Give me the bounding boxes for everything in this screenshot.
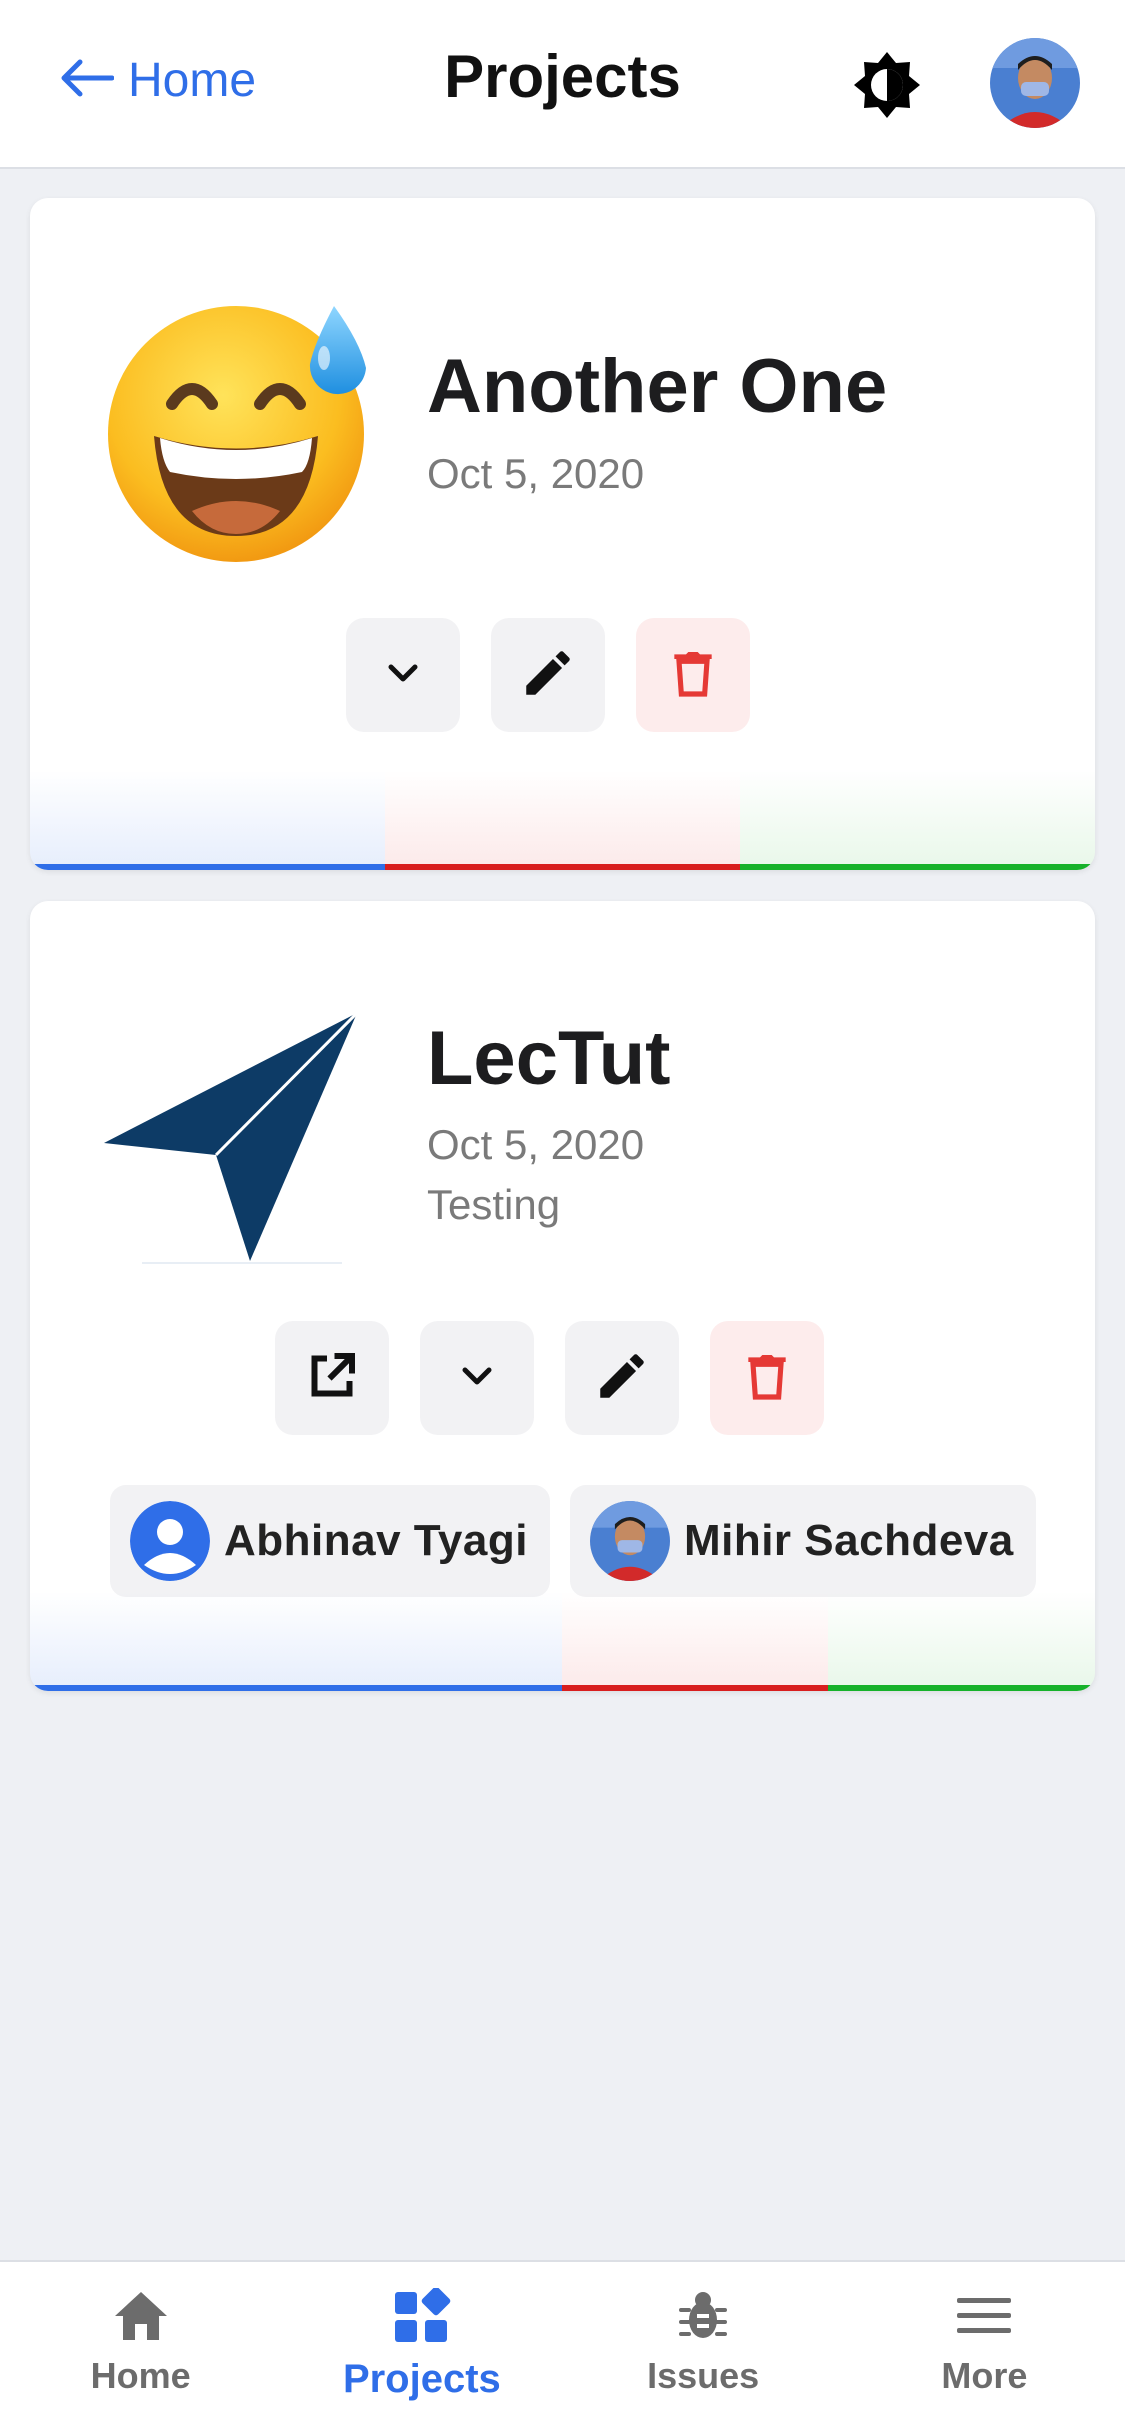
trash-icon [665, 645, 721, 706]
project-description: Testing [427, 1181, 561, 1228]
bug-icon [675, 2288, 731, 2349]
page-title: Projects [444, 43, 681, 110]
top-app-bar: Home Projects [0, 0, 1125, 169]
pencil-icon [519, 644, 577, 707]
expand-button[interactable] [346, 618, 460, 732]
project-card[interactable]: LecTut Oct 5, 2020 Testing Abhinav Tyagi… [30, 901, 1095, 1691]
default-user-icon [130, 1501, 210, 1581]
member-name: Abhinav Tyagi [224, 1516, 528, 1565]
member-chip[interactable]: Mihir Sachdeva [569, 1485, 1036, 1597]
paper-plane-logo-icon [102, 1007, 382, 1287]
nav-issues[interactable]: Issues [563, 2262, 844, 2436]
theme-toggle-icon[interactable] [852, 50, 922, 120]
color-stripe [30, 770, 1095, 870]
nav-label: Projects [342, 2357, 501, 2401]
color-stripe [30, 1591, 1095, 1691]
user-avatar[interactable] [990, 38, 1080, 128]
projects-screen: Home Projects Another One Oct 5, 2020 Le… [0, 0, 1125, 2436]
grinning-sweat-emoji-icon [102, 286, 382, 566]
project-card[interactable]: Another One Oct 5, 2020 [30, 198, 1095, 870]
open-link-button[interactable] [275, 1321, 389, 1435]
nav-home[interactable]: Home [0, 2262, 281, 2436]
nav-label: Home [90, 2355, 191, 2396]
member-chip[interactable]: Abhinav Tyagi [110, 1485, 550, 1597]
delete-button[interactable] [710, 1321, 824, 1435]
home-icon [111, 2288, 171, 2349]
delete-button[interactable] [636, 618, 750, 732]
project-date: Oct 5, 2020 [427, 450, 645, 497]
edit-button[interactable] [491, 618, 605, 732]
project-title: Another One [427, 344, 888, 429]
project-members: Abhinav Tyagi Mihir Sachdeva [110, 1485, 1036, 1597]
nav-label: More [941, 2355, 1028, 2396]
projects-icon [391, 2286, 453, 2351]
bottom-navigation: Home Projects Issues More [0, 2260, 1125, 2436]
pencil-icon [593, 1347, 651, 1410]
edit-button[interactable] [565, 1321, 679, 1435]
nav-projects[interactable]: Projects [281, 2262, 562, 2436]
project-date: Oct 5, 2020 [427, 1121, 645, 1168]
menu-icon [955, 2288, 1013, 2349]
external-link-icon [302, 1346, 362, 1411]
chevron-down-icon [383, 653, 423, 698]
project-title: LecTut [427, 1016, 671, 1101]
nav-label: Issues [647, 2355, 760, 2396]
user-photo-avatar [589, 1501, 670, 1581]
chevron-down-icon [457, 1356, 497, 1401]
nav-more[interactable]: More [844, 2262, 1125, 2436]
expand-button[interactable] [420, 1321, 534, 1435]
member-name: Mihir Sachdeva [683, 1516, 1014, 1565]
trash-icon [739, 1348, 795, 1409]
